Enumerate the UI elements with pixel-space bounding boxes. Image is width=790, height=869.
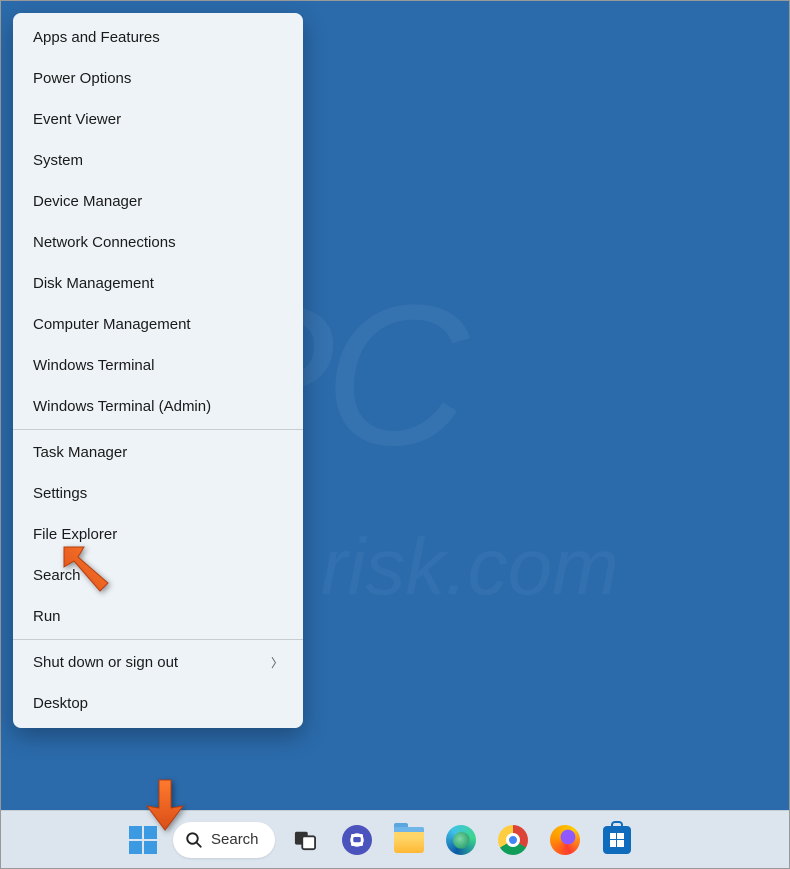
menu-label: Device Manager [33,193,142,210]
chat-icon [342,825,372,855]
menu-label: Disk Management [33,275,154,292]
menu-label: Search [33,567,81,584]
menu-desktop[interactable]: Desktop [13,683,303,724]
task-view-icon [294,829,316,851]
menu-windows-terminal[interactable]: Windows Terminal [13,345,303,386]
menu-label: Apps and Features [33,29,160,46]
menu-apps-and-features[interactable]: Apps and Features [13,17,303,58]
chrome-button[interactable] [491,818,535,862]
edge-icon [446,825,476,855]
task-view-button[interactable] [283,818,327,862]
taskbar: Search [1,810,789,868]
watermark-sub: risk.com [321,521,619,613]
menu-run[interactable]: Run [13,596,303,637]
folder-icon [394,827,424,853]
chrome-icon [498,825,528,855]
store-icon [603,826,631,854]
menu-divider [13,429,303,430]
menu-shut-down-or-sign-out[interactable]: Shut down or sign out 〉 [13,642,303,683]
menu-file-explorer[interactable]: File Explorer [13,514,303,555]
menu-label: Task Manager [33,444,127,461]
menu-system[interactable]: System [13,140,303,181]
file-explorer-button[interactable] [387,818,431,862]
menu-label: Windows Terminal [33,357,154,374]
menu-settings[interactable]: Settings [13,473,303,514]
menu-event-viewer[interactable]: Event Viewer [13,99,303,140]
windows-logo-icon [129,826,157,854]
menu-label: File Explorer [33,526,117,543]
menu-label: Shut down or sign out [33,654,178,671]
menu-label: System [33,152,83,169]
search-icon [185,831,203,849]
chat-button[interactable] [335,818,379,862]
menu-computer-management[interactable]: Computer Management [13,304,303,345]
menu-label: Run [33,608,61,625]
menu-windows-terminal-admin[interactable]: Windows Terminal (Admin) [13,386,303,427]
menu-power-options[interactable]: Power Options [13,58,303,99]
firefox-button[interactable] [543,818,587,862]
menu-divider [13,639,303,640]
menu-label: Network Connections [33,234,176,251]
menu-label: Event Viewer [33,111,121,128]
menu-label: Desktop [33,695,88,712]
taskbar-search[interactable]: Search [173,822,275,858]
menu-device-manager[interactable]: Device Manager [13,181,303,222]
search-label: Search [211,831,259,848]
microsoft-store-button[interactable] [595,818,639,862]
menu-label: Power Options [33,70,131,87]
menu-label: Windows Terminal (Admin) [33,398,211,415]
chevron-right-icon: 〉 [271,654,283,671]
menu-label: Settings [33,485,87,502]
menu-disk-management[interactable]: Disk Management [13,263,303,304]
menu-label: Computer Management [33,316,191,333]
menu-task-manager[interactable]: Task Manager [13,432,303,473]
start-context-menu: Apps and Features Power Options Event Vi… [13,13,303,728]
edge-button[interactable] [439,818,483,862]
start-button[interactable] [121,818,165,862]
firefox-icon [550,825,580,855]
menu-network-connections[interactable]: Network Connections [13,222,303,263]
menu-search[interactable]: Search [13,555,303,596]
